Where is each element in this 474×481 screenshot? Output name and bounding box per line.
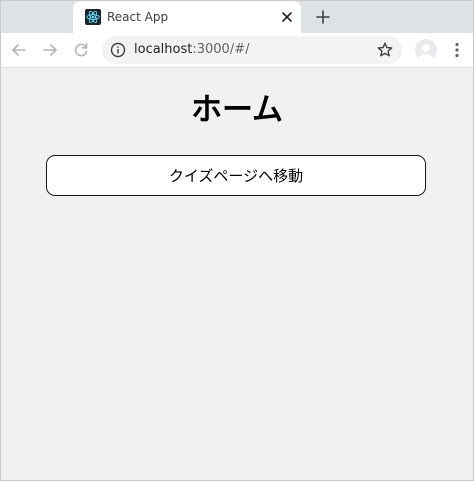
reload-icon[interactable] — [71, 40, 91, 60]
browser-toolbar: localhost:3000/#/ — [1, 33, 473, 68]
info-icon[interactable] — [110, 42, 126, 58]
kebab-menu-icon[interactable] — [447, 40, 467, 60]
go-to-quiz-button[interactable]: クイズページへ移動 — [46, 155, 426, 196]
page-title: ホーム — [190, 92, 284, 128]
page-content: ホーム クイズページへ移動 — [1, 68, 473, 480]
plus-icon[interactable] — [313, 7, 333, 27]
react-logo-icon — [85, 9, 101, 25]
address-bar[interactable]: localhost:3000/#/ — [102, 36, 402, 64]
url-text: localhost:3000/#/ — [134, 42, 249, 58]
url-path: :3000/#/ — [192, 42, 250, 57]
star-icon[interactable] — [376, 41, 394, 59]
avatar[interactable] — [415, 39, 437, 61]
back-arrow-icon[interactable] — [9, 40, 29, 60]
tab-title: React App — [107, 10, 169, 24]
url-host: localhost — [134, 42, 193, 57]
forward-arrow-icon[interactable] — [40, 40, 60, 60]
tab-react-app[interactable]: React App — [73, 1, 301, 33]
tab-strip: React App — [1, 1, 473, 33]
browser-window: React App localhost:3000/#/ ホーム クイズページへ移… — [0, 0, 474, 481]
close-icon[interactable] — [277, 7, 297, 27]
